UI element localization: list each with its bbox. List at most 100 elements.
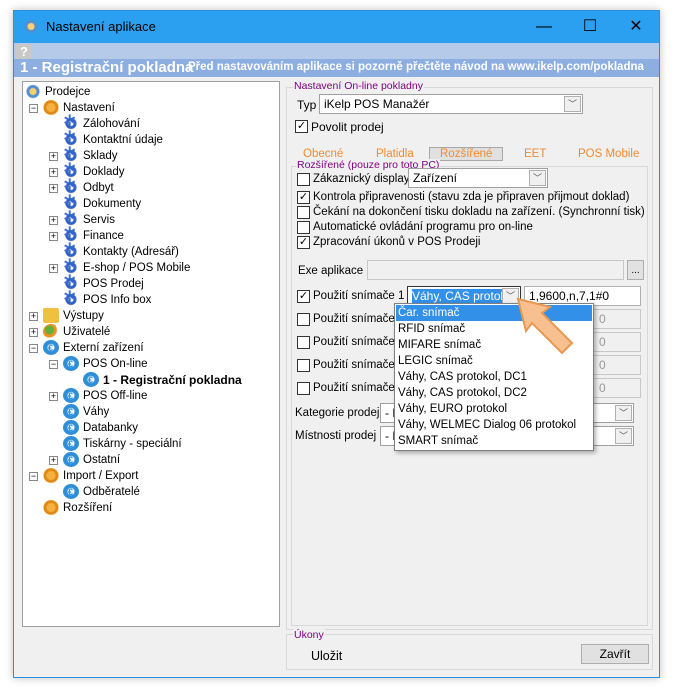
maximize-button[interactable]: ☐ (567, 11, 613, 43)
euro-icon (63, 404, 79, 420)
option-checkbox[interactable] (297, 206, 310, 219)
expand-icon[interactable]: + (49, 168, 58, 177)
help-icon[interactable]: ? (16, 44, 32, 59)
collapse-icon[interactable]: − (29, 472, 38, 481)
tree-item-label: Externí zařízení (63, 342, 144, 354)
tree-item-label: Import / Export (63, 470, 139, 482)
scanner-checkbox[interactable] (297, 382, 310, 395)
option-checkbox[interactable]: ✓ (297, 236, 310, 249)
tab-pos-mobile[interactable]: POS Mobile (578, 148, 639, 160)
tree-item-label: Doklady (83, 166, 125, 178)
expand-icon[interactable]: + (49, 456, 58, 465)
window-title: Nastavení aplikace (46, 19, 156, 34)
user-icon (43, 324, 59, 339)
expand-icon[interactable]: + (49, 264, 58, 273)
chevron-down-icon: ﹀ (564, 96, 581, 112)
euro-icon (63, 484, 79, 500)
euro-icon (83, 372, 99, 388)
typ-value: iKelp POS Manažér (324, 97, 430, 111)
tree-item-label: E-shop / POS Mobile (83, 262, 191, 274)
expand-icon[interactable]: + (49, 184, 58, 193)
title-bar: Nastavení aplikace — ☐ ✕ (14, 11, 659, 43)
euro-icon (63, 388, 79, 404)
page-header: 1 - Registrační pokladna Před nastavován… (14, 59, 659, 77)
expand-icon[interactable]: + (49, 216, 58, 225)
scanner-checkbox[interactable] (297, 313, 310, 326)
option-label: Kontrola připravenosti (stavu zda je při… (313, 191, 630, 203)
save-button[interactable]: Uložit (311, 649, 342, 663)
tree-item-label: POS Info box (83, 294, 152, 306)
typ-select[interactable]: iKelp POS Manažér ﹀ (319, 94, 583, 114)
online-group-label: Nastavení On-line pokladny (293, 80, 424, 92)
tree-item-label: Rozšíření (63, 502, 113, 514)
dropdown-option[interactable]: SMART snímač (396, 433, 592, 449)
tree-item-label: Odbyt (83, 182, 114, 194)
euro-icon (63, 436, 79, 452)
pointer-arrow-icon (516, 297, 574, 355)
ogear-icon (43, 500, 59, 515)
close-window-button[interactable]: ✕ (613, 11, 659, 43)
browse-button[interactable]: ... (627, 260, 644, 280)
tree-item-label: Tiskárny - speciální (83, 438, 182, 450)
typ-label: Typ (297, 98, 317, 112)
scanner-checkbox[interactable] (297, 336, 310, 349)
povolit-label: Povolit prodej (311, 120, 384, 134)
scanner-label: Použití snímače 1 (313, 290, 405, 302)
option-checkbox[interactable] (297, 221, 310, 234)
scanner-checkbox[interactable]: ✓ (297, 290, 310, 303)
euro-icon (63, 420, 79, 436)
tree-item-label: 1 - Registrační pokladna (103, 373, 242, 387)
fold-icon (43, 308, 59, 323)
scanner-checkbox[interactable] (297, 359, 310, 372)
help-strip (14, 43, 659, 59)
expand-icon[interactable]: + (49, 152, 58, 161)
tree-item-label: Kontaktní údaje (83, 134, 163, 146)
settings-tree[interactable]: Prodejce−NastaveníZálohováníKontaktní úd… (22, 81, 280, 627)
collapse-icon[interactable]: − (49, 360, 58, 369)
option-label: Zpracování úkonů v POS Prodeji (313, 236, 481, 248)
exe-input[interactable] (367, 260, 624, 280)
ogear-icon (43, 100, 59, 115)
exe-label: Exe aplikace (298, 265, 364, 277)
scanner-type-value: Váhy, CAS protok (412, 289, 507, 303)
display-value: Zařízení (413, 171, 458, 185)
minimize-button[interactable]: — (521, 11, 567, 43)
page-title: 1 - Registrační pokladna (20, 59, 194, 76)
ukony-group-label: Úkony (293, 629, 325, 641)
scanner-label: Použití snímače 5 (313, 382, 405, 394)
option-label: Automatické ovládání programu pro on-lin… (313, 221, 533, 233)
tree-item-label: Dokumenty (83, 198, 142, 210)
option-label: Čekání na dokončení tisku dokladu na zař… (313, 206, 645, 218)
scanner-label: Použití snímače 4 (313, 359, 405, 371)
chevron-down-icon: ﹀ (529, 170, 546, 186)
tree-item-label: Servis (83, 214, 115, 226)
dropdown-option[interactable]: Váhy, CAS protokol, DC1 (396, 369, 592, 385)
tab-eet[interactable]: EET (524, 148, 546, 160)
option-checkbox[interactable]: ✓ (297, 191, 310, 204)
expand-icon[interactable]: + (29, 312, 38, 321)
dropdown-option[interactable]: Váhy, WELMEC Dialog 06 protokol (396, 417, 592, 433)
expand-icon[interactable]: + (49, 392, 58, 401)
dropdown-option[interactable]: Váhy, EURO protokol (396, 401, 592, 417)
povolit-checkbox[interactable]: ✓ (295, 120, 308, 133)
ogear-icon (43, 468, 59, 483)
expand-icon[interactable]: + (29, 328, 38, 337)
mistnosti-label: Místnosti prodej (295, 430, 377, 442)
chevron-down-icon: ﹀ (615, 405, 632, 421)
tree-item-label: Prodejce (45, 86, 91, 98)
tree-item-label: Ostatní (83, 454, 121, 466)
tree-item-label: Zálohování (83, 118, 140, 130)
cloud-icon (25, 84, 41, 99)
dropdown-option[interactable]: Váhy, CAS protokol, DC2 (396, 385, 592, 401)
tree-item-label: Kontakty (Adresář) (83, 246, 179, 258)
expand-icon[interactable]: + (49, 232, 58, 241)
tree-item-label: POS On-line (83, 358, 148, 370)
collapse-icon[interactable]: − (29, 104, 38, 113)
gear-icon (63, 290, 79, 307)
tree-item-label: Finance (83, 230, 124, 242)
app-icon (23, 19, 39, 34)
display-select[interactable]: Zařízení ﹀ (408, 168, 548, 188)
collapse-icon[interactable]: − (29, 344, 38, 353)
display-checkbox[interactable] (297, 173, 310, 186)
close-button[interactable]: Zavřít (581, 644, 649, 664)
